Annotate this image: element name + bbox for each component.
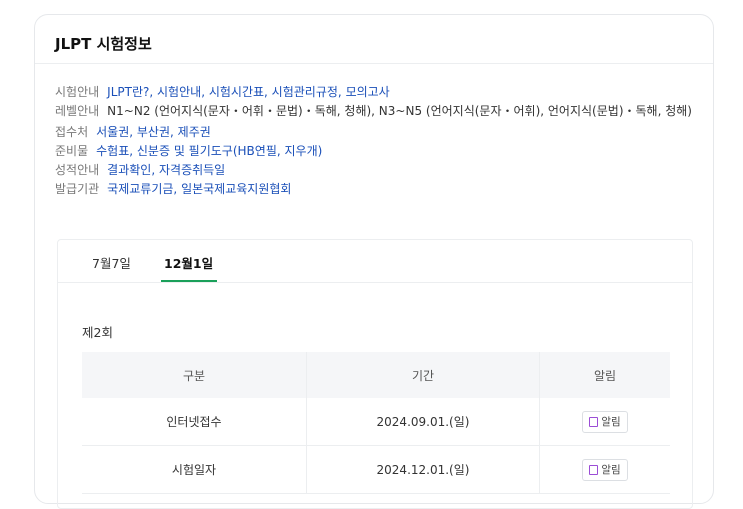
- info-row-level: 레벨안내 N1~N2 (언어지식(문자・어휘・문법)・독해, 청해), N3~N…: [55, 102, 705, 121]
- link-busan[interactable]: 부산권: [137, 125, 170, 139]
- link-regulations[interactable]: 시험관리규정: [272, 85, 338, 99]
- link-admission-ticket[interactable]: 수험표: [96, 144, 129, 158]
- row-date: 2024.12.01.(일): [306, 445, 540, 494]
- date-tabs: 7월7일 12월1일: [58, 240, 692, 283]
- header-category: 구분: [82, 352, 307, 398]
- info-row-issuer: 발급기관 국제교류기금, 일본국제교육지원협회: [55, 180, 705, 199]
- row-alert-cell: 알림: [539, 398, 670, 446]
- link-exam-guide[interactable]: 시험안내: [157, 85, 201, 99]
- round-label: 제2회: [82, 325, 113, 340]
- link-check-results[interactable]: 결과확인: [107, 163, 151, 177]
- tab-july-7[interactable]: 7월7일: [92, 253, 131, 272]
- card-title: JLPT 시험정보: [55, 35, 152, 53]
- info-label: 성적안내: [55, 163, 100, 177]
- info-links: 서울권, 부산권, 제주권: [96, 125, 211, 139]
- schedule-table: 구분 기간 알림 인터넷접수 2024.09.01.(일) 알림 시험일자 20…: [82, 352, 670, 494]
- info-links: 국제교류기금, 일본국제교육지원협회: [107, 182, 292, 196]
- schedule-panel: 7월7일 12월1일 제2회 구분 기간 알림 인터넷접수 2024.09.01…: [57, 239, 693, 509]
- active-tab-indicator: [161, 280, 217, 282]
- link-id-and-tools[interactable]: 신분증 및 필기도구(HB연필, 지우개): [137, 144, 322, 158]
- alert-button[interactable]: 알림: [582, 410, 628, 433]
- info-links: 수험표, 신분증 및 필기도구(HB연필, 지우개): [96, 144, 323, 158]
- calendar-icon: [589, 416, 599, 427]
- row-alert-cell: 알림: [539, 445, 670, 494]
- info-label: 시험안내: [55, 85, 100, 99]
- info-list: 시험안내 JLPT란?, 시험안내, 시험시간표, 시험관리규정, 모의고사 레…: [55, 83, 705, 199]
- link-certificate-date[interactable]: 자격증취득일: [159, 163, 225, 177]
- info-label: 접수처: [55, 125, 89, 139]
- exam-info-card: JLPT 시험정보 시험안내 JLPT란?, 시험안내, 시험시간표, 시험관리…: [34, 14, 714, 509]
- info-links: 결과확인, 자격증취득일: [107, 163, 226, 177]
- info-row-materials: 준비물 수험표, 신분증 및 필기도구(HB연필, 지우개): [55, 142, 705, 161]
- link-jees[interactable]: 일본국제교육지원협회: [181, 182, 291, 196]
- table-row: 시험일자 2024.12.01.(일) 알림: [82, 445, 670, 494]
- tab-december-1[interactable]: 12월1일: [164, 253, 213, 272]
- alert-button[interactable]: 알림: [582, 458, 628, 481]
- info-links: JLPT란?, 시험안내, 시험시간표, 시험관리규정, 모의고사: [107, 85, 390, 99]
- info-label: 레벨안내: [55, 104, 100, 118]
- link-seoul[interactable]: 서울권: [96, 125, 129, 139]
- link-japan-foundation[interactable]: 국제교류기금: [107, 182, 173, 196]
- header-alert: 알림: [539, 352, 670, 398]
- alert-label: 알림: [601, 416, 621, 428]
- title-divider: [35, 63, 713, 64]
- info-row-exam-guide: 시험안내 JLPT란?, 시험안내, 시험시간표, 시험관리규정, 모의고사: [55, 83, 705, 102]
- link-timetable[interactable]: 시험시간표: [209, 85, 264, 99]
- info-label: 준비물: [55, 144, 89, 158]
- info-row-registration: 접수처 서울권, 부산권, 제주권: [55, 123, 705, 142]
- row-type: 시험일자: [82, 445, 307, 494]
- level-text: N1~N2 (언어지식(문자・어휘・문법)・독해, 청해), N3~N5 (언어…: [107, 104, 692, 118]
- table-header-row: 구분 기간 알림: [82, 352, 670, 398]
- header-period: 기간: [306, 352, 540, 398]
- table-row: 인터넷접수 2024.09.01.(일) 알림: [82, 398, 670, 446]
- calendar-icon: [589, 464, 599, 475]
- row-type: 인터넷접수: [82, 398, 307, 446]
- row-date: 2024.09.01.(일): [306, 398, 540, 446]
- info-label: 발급기관: [55, 182, 100, 196]
- info-row-results: 성적안내 결과확인, 자격증취득일: [55, 161, 705, 180]
- link-mock-test[interactable]: 모의고사: [346, 85, 390, 99]
- alert-label: 알림: [601, 464, 621, 476]
- link-what-is-jlpt[interactable]: JLPT란?: [107, 85, 149, 99]
- link-jeju[interactable]: 제주권: [178, 125, 211, 139]
